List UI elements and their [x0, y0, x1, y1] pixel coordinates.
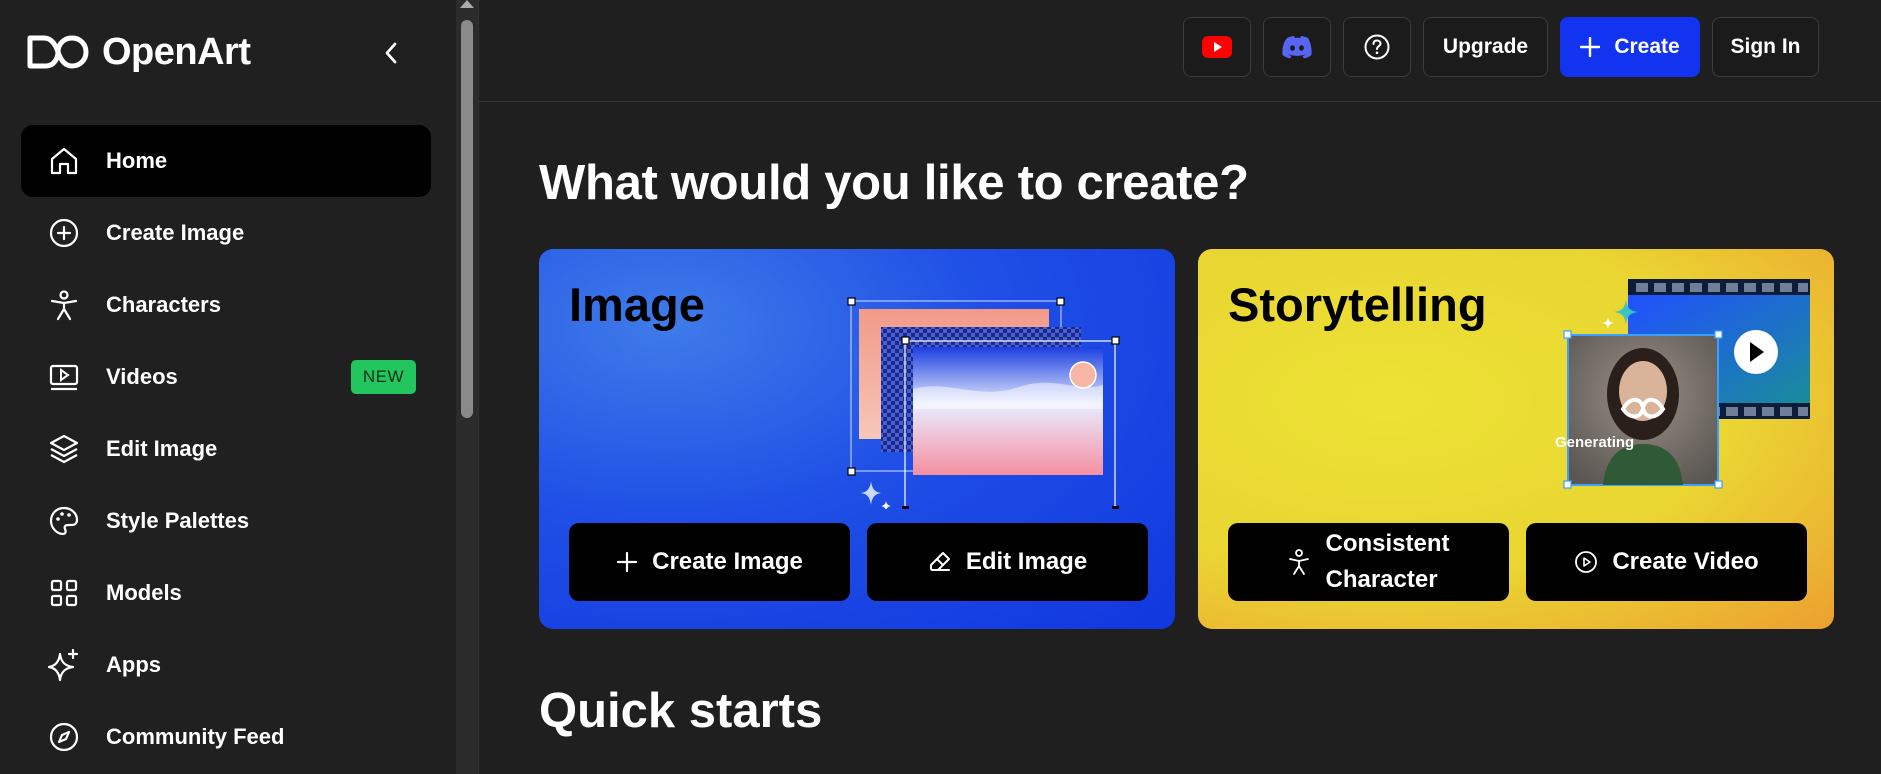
consistent-character-label-line1: Consistent: [1325, 530, 1450, 557]
openart-logo-icon: [27, 35, 89, 69]
create-video-button-label: Create Video: [1612, 548, 1759, 575]
quick-starts-heading: Quick starts: [539, 684, 823, 738]
person-outline-icon: [1289, 549, 1310, 575]
sidebar-item-models[interactable]: Models: [21, 557, 431, 629]
sidebar-item-characters[interactable]: Characters: [21, 269, 431, 341]
topbar-divider: [479, 101, 1881, 102]
help-circle-icon: [1364, 34, 1390, 60]
sidebar-scrollbar[interactable]: [456, 0, 478, 774]
sparkle-icon: [46, 647, 82, 683]
sidebar-item-label: Edit Image: [106, 436, 218, 461]
sidebar-item-label: Apps: [106, 652, 161, 677]
sidebar-item-home[interactable]: Home: [21, 125, 431, 197]
sidebar-item-label: Style Palettes: [106, 508, 250, 533]
create-image-button-label: Create Image: [652, 548, 803, 575]
storytelling-card-illustration: [1563, 279, 1810, 489]
youtube-icon: [1202, 36, 1232, 58]
video-icon: [46, 359, 82, 395]
generating-label: Generating: [1555, 434, 1635, 451]
sidebar-item-apps[interactable]: Apps: [21, 629, 431, 701]
sidebar-item-edit-image[interactable]: Edit Image: [21, 413, 431, 485]
openart-logo[interactable]: OpenArt: [26, 30, 251, 74]
grid-icon: [46, 575, 82, 611]
upgrade-button[interactable]: Upgrade: [1423, 17, 1548, 77]
consistent-character-label-line2: Character: [1325, 566, 1438, 593]
edit-image-button[interactable]: Edit Image: [867, 523, 1148, 601]
consistent-character-button[interactable]: Consistent Character: [1228, 523, 1509, 601]
image-card-illustration: [847, 297, 1120, 509]
image-card-title: Image: [569, 278, 705, 331]
chevron-left-icon: [385, 42, 397, 64]
plus-circle-icon: [46, 215, 82, 251]
sidebar-item-label: Create Image: [106, 220, 245, 245]
sidebar-item-label: Videos: [106, 364, 178, 389]
sidebar-item-videos[interactable]: Videos NEW: [21, 341, 431, 413]
create-button-label: Create: [1614, 35, 1680, 58]
person-icon: [46, 287, 82, 323]
compass-icon: [46, 719, 82, 755]
create-video-button[interactable]: Create Video: [1526, 523, 1807, 601]
home-icon: [46, 143, 82, 179]
sidebar-nav: Home Create Image Characters Videos NEW: [21, 125, 431, 773]
scroll-up-arrow-icon[interactable]: [460, 0, 474, 8]
play-circle-icon: [1575, 551, 1598, 573]
app-name: OpenArt: [102, 30, 251, 73]
scrollbar-thumb[interactable]: [461, 20, 473, 418]
layers-icon: [46, 431, 82, 467]
sidebar-item-label: Community Feed: [106, 724, 285, 749]
page-heading: What would you like to create?: [539, 156, 1249, 210]
discord-button[interactable]: [1263, 17, 1331, 77]
sidebar-item-community-feed[interactable]: Community Feed: [21, 701, 431, 773]
edit-image-button-label: Edit Image: [965, 548, 1088, 575]
storytelling-card-title: Storytelling: [1228, 278, 1487, 331]
sidebar-item-label: Characters: [106, 292, 221, 317]
sidebar: OpenArt Home Create Image Characters Vid…: [0, 0, 456, 774]
collapse-sidebar-button[interactable]: [376, 36, 406, 70]
plus-icon: [1580, 37, 1601, 57]
sidebar-item-create-image[interactable]: Create Image: [21, 197, 431, 269]
eraser-icon: [929, 552, 950, 571]
palette-icon: [46, 503, 82, 539]
sign-in-button[interactable]: Sign In: [1712, 17, 1819, 77]
new-badge: NEW: [350, 360, 416, 394]
sidebar-item-label: Home: [106, 148, 168, 173]
sidebar-item-style-palettes[interactable]: Style Palettes: [21, 485, 431, 557]
discord-icon: [1282, 36, 1312, 59]
help-button[interactable]: [1343, 17, 1411, 77]
sidebar-divider: [478, 0, 479, 774]
plus-icon: [617, 551, 638, 573]
create-button[interactable]: Create: [1560, 17, 1700, 77]
storytelling-card[interactable]: Storytelling Generating Consistent Chara…: [1198, 249, 1834, 629]
image-card[interactable]: Image Create Image Edit Image: [539, 249, 1175, 629]
youtube-button[interactable]: [1183, 17, 1251, 77]
create-image-button[interactable]: Create Image: [569, 523, 850, 601]
sidebar-item-label: Models: [106, 580, 182, 605]
consistent-character-label: Consistent Character: [1325, 526, 1449, 598]
